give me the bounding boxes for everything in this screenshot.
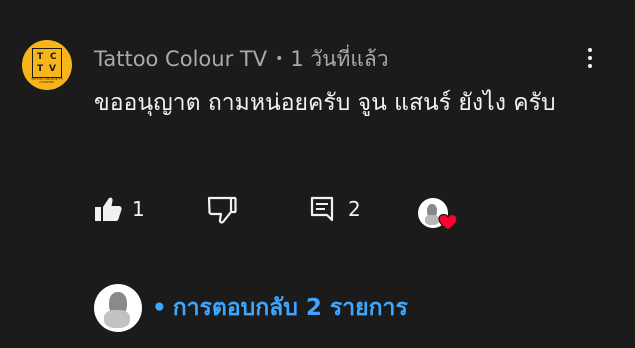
channel-logo: T C T V	[32, 48, 62, 78]
comment-card: T C T V TATTOO COLOUR TV CHANNEL Tattoo …	[0, 0, 635, 348]
replies-bullet: •	[152, 295, 167, 321]
thumbs-up-filled-icon	[95, 197, 122, 221]
like-button[interactable]: 1	[94, 196, 145, 222]
channel-logo-subtitle: TATTOO COLOUR TV CHANNEL	[31, 77, 63, 84]
reply-button[interactable]: 2	[310, 196, 361, 222]
more-vertical-icon[interactable]	[577, 43, 603, 73]
reply-count: 2	[348, 197, 361, 221]
channel-avatar[interactable]: T C T V TATTOO COLOUR TV CHANNEL	[22, 40, 72, 90]
comment-timestamp[interactable]: 1 วันที่แล้ว	[290, 43, 388, 76]
reply-author-avatar	[94, 284, 142, 332]
creator-heart	[418, 198, 458, 234]
replies-label: การตอบกลับ 2 รายการ	[172, 295, 408, 321]
comment-icon	[310, 196, 334, 222]
thumbs-down-outline-icon	[207, 196, 237, 224]
comment-header: Tattoo Colour TV • 1 วันที่แล้ว	[94, 45, 389, 73]
comment-author[interactable]: Tattoo Colour TV	[94, 47, 267, 71]
comment-text: ขออนุญาต ถามหน่อยครับ จูน แสนร์ ยังไง คร…	[94, 90, 556, 116]
header-separator: •	[275, 51, 284, 67]
view-replies-button[interactable]: • การตอบกลับ 2 รายการ	[94, 284, 408, 332]
dislike-button[interactable]	[207, 196, 237, 224]
like-count: 1	[132, 197, 145, 221]
heart-icon	[438, 213, 458, 231]
